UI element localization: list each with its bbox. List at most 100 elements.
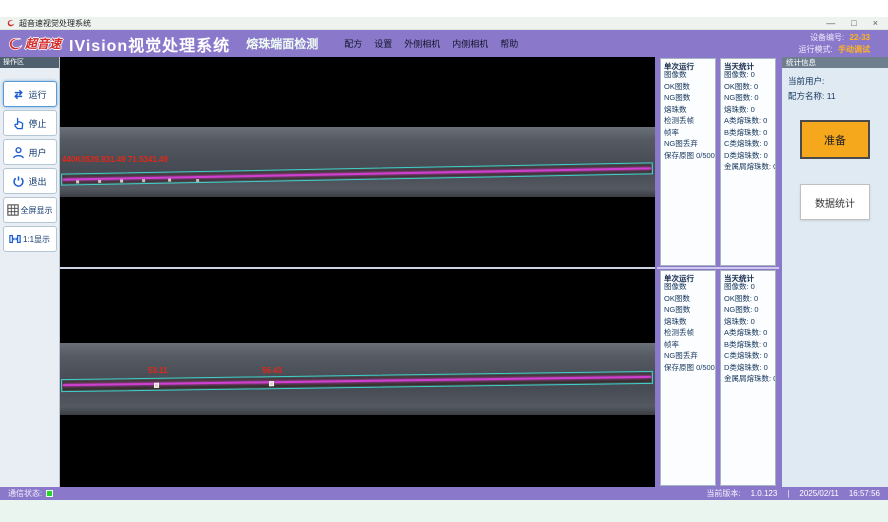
stat-row: 金属屑熔珠数: 0	[724, 375, 773, 383]
exit-button-label: 退出	[28, 175, 46, 188]
fullscreen-button-label: 全屏显示	[21, 205, 53, 216]
app-title: IVision视觉处理系统	[69, 32, 230, 56]
close-button[interactable]: ×	[873, 19, 878, 28]
app-logo-icon	[6, 19, 15, 28]
stat-row: 图像数	[664, 71, 713, 79]
brand-name: 超音速	[25, 35, 61, 52]
sidebar-title: 操作区	[0, 57, 59, 68]
run-button-label: 运行	[28, 88, 46, 101]
stat-row: NG图数	[664, 306, 713, 314]
camera-photo-band: 53.11 56.43	[60, 343, 655, 415]
recipe-name-value: 11	[827, 91, 836, 101]
group-title: 当天统计	[724, 273, 754, 284]
version-label: 当前版本:	[706, 488, 740, 499]
main-area: 操作区 运行 停止	[0, 57, 888, 487]
single-run-group: 单次运行 图像数OK图数NG图数熔珠数检测丢帧帧率NG图丢弃保存原图 0/500	[660, 270, 716, 486]
outer-camera-view[interactable]: 440K0539.831.49 71.5341.49	[60, 57, 655, 267]
stat-row: 熔珠数: 0	[724, 106, 773, 114]
stat-row: D类熔珠数: 0	[724, 152, 773, 160]
comm-status-indicator	[46, 490, 53, 497]
app-window: 超音速视觉处理系统 — □ × 超音速 IVision视觉处理系统 熔珠端面检测…	[0, 0, 888, 522]
menu-item[interactable]: 配方	[344, 37, 362, 50]
inner-camera-stats: 单次运行 图像数OK图数NG图数熔珠数检测丢帧帧率NG图丢弃保存原图 0/500…	[657, 269, 779, 487]
group-title: 单次运行	[664, 61, 694, 72]
fullscreen-grid-icon	[7, 204, 19, 216]
group-title: 当天统计	[724, 61, 754, 72]
stat-row: D类熔珠数: 0	[724, 364, 773, 372]
status-bar: 通信状态: 当前版本: 1.0.123 | 2025/02/11 16:57:5…	[0, 487, 888, 500]
stat-row: 保存原图 0/500	[664, 364, 713, 372]
stat-row: B类熔珠数: 0	[724, 129, 773, 137]
menu-item[interactable]: 帮助	[500, 37, 518, 50]
stat-row: 检测丢帧	[664, 117, 713, 125]
camera-image-area: 440K0539.831.49 71.5341.49 53.11 56.43	[60, 57, 655, 487]
one-to-one-button-label: 1:1显示	[23, 234, 50, 245]
stat-row: OK图数	[664, 295, 713, 303]
stat-row: NG图数	[664, 94, 713, 102]
minimize-button[interactable]: —	[826, 19, 835, 28]
stat-row: 熔珠数	[664, 318, 713, 326]
stat-row: OK图数: 0	[724, 295, 773, 303]
info-panel-title: 统计信息	[782, 57, 888, 68]
detection-box	[61, 162, 653, 185]
stop-hand-icon	[12, 117, 25, 130]
status-date: 2025/02/11	[799, 489, 838, 498]
stat-row: 帧率	[664, 341, 713, 349]
single-run-group: 单次运行 图像数OK图数NG图数熔珠数检测丢帧帧率NG图丢弃保存原图 0/500	[660, 58, 716, 266]
run-button[interactable]: 运行	[3, 81, 57, 107]
outer-camera-stats: 单次运行 图像数OK图数NG图数熔珠数检测丢帧帧率NG图丢弃保存原图 0/500…	[657, 57, 779, 267]
stat-row: NG图数: 0	[724, 306, 773, 314]
brand-swoosh-icon	[6, 36, 24, 52]
menu-item[interactable]: 设置	[374, 37, 392, 50]
data-statistics-button[interactable]: 数据统计	[800, 184, 870, 220]
maximize-button[interactable]: □	[851, 19, 856, 28]
stat-row: 图像数: 0	[724, 283, 773, 291]
stat-row: NG图数: 0	[724, 94, 773, 102]
inner-camera-view[interactable]: 53.11 56.43	[60, 269, 655, 487]
detected-bead-marker	[154, 383, 159, 388]
comm-status-label: 通信状态:	[8, 488, 42, 499]
stat-row: NG图丢弃	[664, 140, 713, 148]
status-time: 16:57:56	[849, 489, 880, 498]
stat-row: 图像数: 0	[724, 71, 773, 79]
camera-photo-band: 440K0539.831.49 71.5341.49	[60, 127, 655, 197]
stat-row: 图像数	[664, 283, 713, 291]
operation-sidebar: 操作区 运行 停止	[0, 57, 60, 487]
ready-button[interactable]: 准备	[800, 120, 870, 159]
stat-row: 检测丢帧	[664, 329, 713, 337]
os-titlebar: 超音速视觉处理系统 — □ ×	[0, 17, 888, 30]
device-number-label: 设备编号:	[810, 33, 844, 42]
stat-row: A类熔珠数: 0	[724, 329, 773, 337]
menu-item[interactable]: 内侧相机	[452, 37, 488, 50]
statistics-column: 单次运行 图像数OK图数NG图数熔珠数检测丢帧帧率NG图丢弃保存原图 0/500…	[655, 57, 779, 487]
detected-bead-marker	[269, 381, 274, 386]
stat-row: NG图丢弃	[664, 352, 713, 360]
stat-row: C类熔珠数: 0	[724, 352, 773, 360]
separator: |	[787, 489, 789, 498]
today-stats-group: 当天统计 图像数: 0OK图数: 0NG图数: 0熔珠数: 0A类熔珠数: 0B…	[720, 58, 776, 266]
today-stats-group: 当天统计 图像数: 0OK图数: 0NG图数: 0熔珠数: 0A类熔珠数: 0B…	[720, 270, 776, 486]
user-icon	[12, 146, 25, 159]
one-to-one-button[interactable]: 1:1显示	[3, 226, 57, 252]
main-menu: 配方设置外侧相机内侧相机帮助	[344, 37, 518, 50]
app-header: 超音速 IVision视觉处理系统 熔珠端面检测 配方设置外侧相机内侧相机帮助 …	[0, 30, 888, 57]
user-button-label: 用户	[28, 146, 46, 159]
run-loop-icon	[12, 88, 25, 101]
stop-button[interactable]: 停止	[3, 110, 57, 136]
power-icon	[12, 175, 25, 188]
recipe-name-label: 配方名称:	[788, 91, 824, 101]
fullscreen-button[interactable]: 全屏显示	[3, 197, 57, 223]
device-number-value: 22-33	[850, 33, 870, 42]
measurement-annotation: 53.11	[148, 366, 168, 375]
stat-row: 金属屑熔珠数: 0	[724, 163, 773, 171]
user-button[interactable]: 用户	[3, 139, 57, 165]
stat-row: C类熔珠数: 0	[724, 140, 773, 148]
menu-item[interactable]: 外侧相机	[404, 37, 440, 50]
measurement-annotation: 56.43	[262, 366, 282, 375]
stat-row: OK图数	[664, 83, 713, 91]
bottom-strip	[0, 500, 888, 522]
one-to-one-icon	[9, 233, 21, 245]
exit-button[interactable]: 退出	[3, 168, 57, 194]
brand-logo: 超音速	[6, 35, 61, 52]
bead-highlights	[76, 180, 79, 183]
